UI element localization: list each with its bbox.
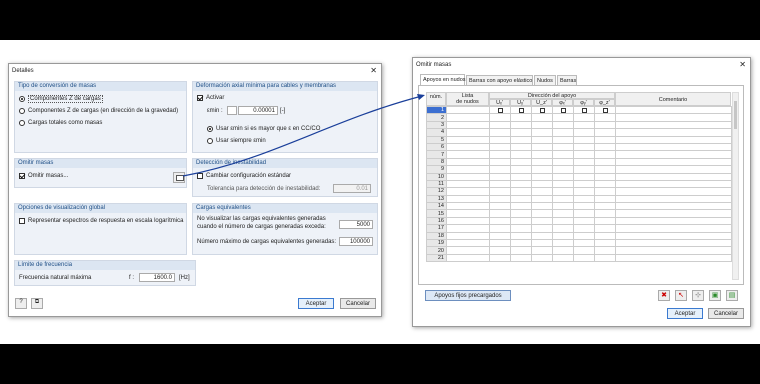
callout-arrow (182, 94, 425, 177)
